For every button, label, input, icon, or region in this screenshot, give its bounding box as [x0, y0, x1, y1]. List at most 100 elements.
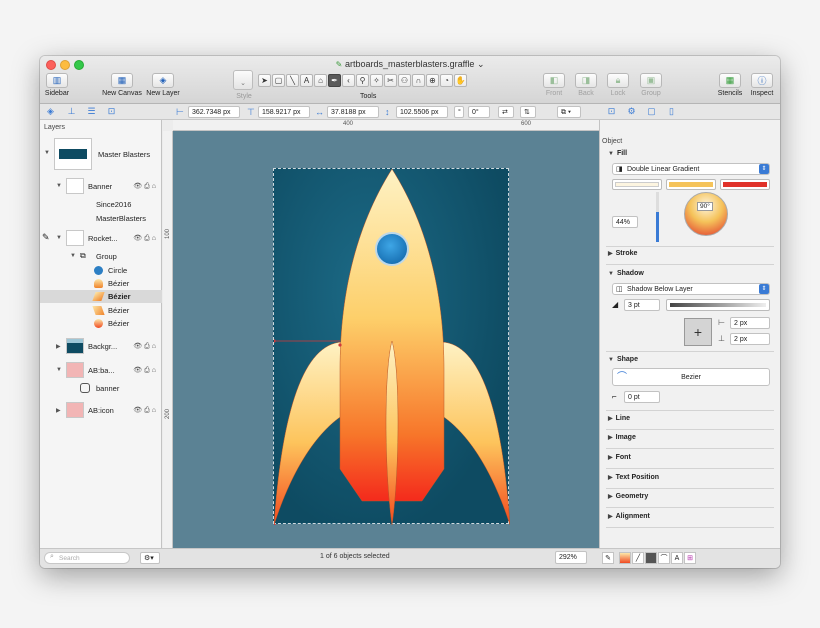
window-title[interactable]: ✎ artboards_masterblasters.graffle ⌄: [40, 59, 780, 70]
height-field[interactable]: 102.5506 px: [396, 106, 448, 118]
selection-handle[interactable]: [272, 339, 276, 343]
back-button[interactable]: ◨ Back: [574, 73, 598, 97]
zoom-field[interactable]: 292%: [555, 551, 587, 564]
new-layer-button[interactable]: ◈ New Layer: [144, 73, 182, 97]
shadow-color-well[interactable]: [666, 299, 770, 311]
shape-section-header[interactable]: ▼ Shape: [608, 356, 638, 363]
layer-group[interactable]: ▼ ⧉ Group: [40, 250, 162, 263]
outline-icon[interactable]: ☰: [86, 106, 97, 117]
layer-visibility-icons[interactable]: 👁︎⎙⌂: [133, 342, 158, 351]
stencils-button[interactable]: ▦ Stencils: [715, 73, 745, 97]
width-field[interactable]: 37.8188 px: [327, 106, 379, 118]
selection-handle[interactable]: [272, 523, 276, 527]
flip-horizontal-icon[interactable]: ⇄: [498, 106, 514, 118]
layer-visibility-icons[interactable]: 👁︎⎙⌂: [133, 182, 158, 191]
layer-item[interactable]: MasterBlasters: [40, 212, 162, 224]
selection-tool-icon[interactable]: ➤: [258, 74, 271, 87]
font-style-icon[interactable]: A: [671, 552, 683, 564]
browse-tool-icon[interactable]: ◔: [440, 74, 453, 87]
layer-item[interactable]: banner: [40, 382, 162, 396]
gradient-midpoint-slider[interactable]: [656, 192, 659, 242]
rocket-illustration[interactable]: [272, 168, 511, 527]
shadow-style-swatch[interactable]: [645, 552, 657, 564]
selection-handle[interactable]: [338, 343, 342, 347]
magnet-icon[interactable]: ∩: [412, 74, 425, 87]
layer-visibility-icons[interactable]: 👁︎⎙⌂: [133, 234, 158, 243]
rubber-stamp-icon[interactable]: ⚇: [398, 74, 411, 87]
shape-style-icon[interactable]: ⌒: [658, 552, 670, 564]
sidebar-actions-icon[interactable]: ⚙▾: [140, 552, 160, 564]
drawing-canvas[interactable]: [173, 131, 599, 548]
layers-icon[interactable]: ◈: [45, 106, 56, 117]
text-position-section-header[interactable]: ▶ Text Position: [608, 474, 659, 481]
layer-item[interactable]: Bézier: [40, 317, 162, 330]
canvas-inspector-icon[interactable]: ▢: [646, 106, 657, 117]
canvases-icon[interactable]: ⊥: [66, 106, 77, 117]
stroke-section-header[interactable]: ▶ Stroke: [608, 250, 637, 257]
disclosure-down-icon[interactable]: ▼: [56, 183, 62, 189]
layer-banner[interactable]: ▼ Banner 👁︎⎙⌂: [40, 176, 162, 196]
line-section-header[interactable]: ▶ Line: [608, 415, 630, 422]
alignment-section-header[interactable]: ▶ Alignment: [608, 513, 650, 520]
fill-style-swatch[interactable]: [619, 552, 631, 564]
shadow-offset-pad[interactable]: +: [684, 318, 712, 346]
right-wing-shape[interactable]: [433, 341, 511, 526]
layer-visibility-icons[interactable]: 👁︎⎙⌂: [133, 406, 158, 415]
left-wing-shape[interactable]: [273, 341, 351, 526]
bezier-tool-icon[interactable]: ✒: [328, 74, 341, 87]
object-inspector-icon[interactable]: ⊡: [606, 106, 617, 117]
geometry-section-header[interactable]: ▶ Geometry: [608, 493, 648, 500]
disclosure-down-icon[interactable]: ▼: [56, 235, 62, 241]
sidebar-button[interactable]: ▥ Sidebar: [42, 73, 72, 97]
layer-canvas[interactable]: ▼ Master Blasters: [40, 134, 162, 174]
inspect-button[interactable]: ⓘ Inspect: [748, 73, 776, 97]
layer-item[interactable]: Circle: [40, 264, 162, 277]
chevron-left-icon[interactable]: ‹: [342, 74, 355, 87]
shape-picker[interactable]: ⌒ Bezier: [612, 368, 770, 386]
hand-tool-icon[interactable]: ✋: [454, 74, 467, 87]
gradient-start-color-well[interactable]: [612, 179, 662, 190]
layer-item[interactable]: Since2016: [40, 198, 162, 210]
gradient-end-color-well[interactable]: [720, 179, 770, 190]
rotation-field[interactable]: 0°: [468, 106, 490, 118]
shadow-type-popup[interactable]: ◫ Shadow Below Layer ⇕: [612, 283, 770, 295]
new-canvas-button[interactable]: ▦ New Canvas: [102, 73, 142, 97]
properties-icon[interactable]: ⚙: [626, 106, 637, 117]
layer-artboard-banner[interactable]: ▼ AB:ba... 👁︎⎙⌂: [40, 360, 162, 380]
diagram-tool-icon[interactable]: ⌂: [314, 74, 327, 87]
zoom-tool-icon[interactable]: ⊕: [426, 74, 439, 87]
group-button[interactable]: ▣ Group: [638, 73, 664, 97]
layers-search-field[interactable]: Search: [44, 552, 130, 564]
style-button[interactable]: ⌄: [233, 70, 253, 90]
gradient-midpoint-field[interactable]: 44%: [612, 216, 638, 228]
layer-item-selected[interactable]: Bézier: [40, 290, 162, 303]
gradient-mid-color-well[interactable]: [666, 179, 716, 190]
style-brush-icon[interactable]: ✧: [370, 74, 383, 87]
fill-section-header[interactable]: ▼ Fill: [608, 150, 627, 157]
line-tool-icon[interactable]: ╲: [286, 74, 299, 87]
stroke-style-swatch[interactable]: ╱: [632, 552, 644, 564]
edit-pencil-icon[interactable]: ✎: [42, 232, 50, 243]
brush-icon[interactable]: ✎: [602, 552, 614, 564]
disclosure-down-icon[interactable]: ▼: [56, 367, 62, 373]
disclosure-right-icon[interactable]: ▶: [56, 343, 61, 350]
layer-item[interactable]: Bézier: [40, 277, 162, 290]
layer-background[interactable]: ▶ Backgr... 👁︎⎙⌂: [40, 336, 162, 356]
layer-rocket[interactable]: ✎ ▼ Rocket... 👁︎⎙⌂: [40, 228, 162, 248]
x-position-field[interactable]: 362.7348 px: [188, 106, 240, 118]
thumbnail-icon[interactable]: ⊡: [106, 106, 117, 117]
layer-visibility-icons[interactable]: 👁︎⎙⌂: [133, 366, 158, 375]
text-tool-icon[interactable]: A: [300, 74, 313, 87]
shadow-y-offset-field[interactable]: 2 px: [730, 333, 770, 345]
flip-vertical-icon[interactable]: ⇅: [520, 106, 536, 118]
image-section-header[interactable]: ▶ Image: [608, 434, 636, 441]
gradient-angle-wheel[interactable]: 90°: [684, 192, 728, 236]
layer-artboard-icon[interactable]: ▶ AB:icon 👁︎⎙⌂: [40, 400, 162, 420]
disclosure-down-icon[interactable]: ▼: [70, 253, 76, 259]
font-section-header[interactable]: ▶ Font: [608, 454, 631, 461]
front-button[interactable]: ◧ Front: [542, 73, 566, 97]
view-options-icon[interactable]: ⧉ ▾: [557, 106, 581, 118]
artboard[interactable]: [272, 168, 511, 527]
shadow-x-offset-field[interactable]: 2 px: [730, 317, 770, 329]
diagram-style-icon[interactable]: ⚲: [356, 74, 369, 87]
